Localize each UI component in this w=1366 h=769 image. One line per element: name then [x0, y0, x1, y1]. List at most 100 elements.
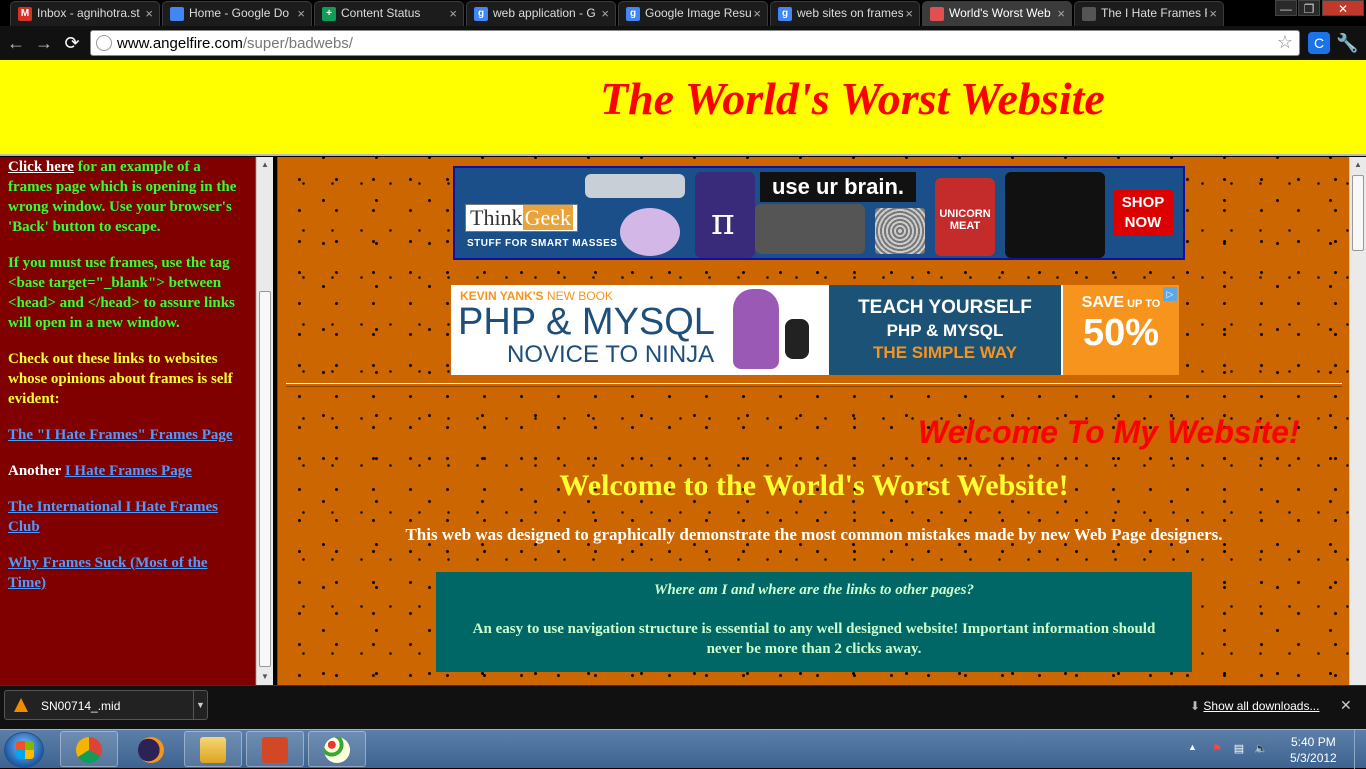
tab-close-icon[interactable]: ×: [753, 2, 761, 25]
action-center-flag-icon[interactable]: ⚑: [1210, 742, 1224, 756]
tab-close-icon[interactable]: ×: [297, 2, 305, 25]
tab-title: web application - G: [493, 6, 596, 20]
angelfire-icon: [930, 7, 944, 21]
thinkgeek-ad-banner[interactable]: π UNICORN MEAT ThinkGeek STUFF FOR SMART…: [453, 166, 1185, 260]
frames-tip: If you must use frames, use the tag <bas…: [8, 255, 235, 331]
bookmark-star-icon[interactable]: ☆: [1277, 32, 1293, 53]
magnet-balls-image: [875, 208, 925, 254]
extension-icon[interactable]: C: [1308, 32, 1330, 54]
eclipse-icon: [138, 737, 164, 763]
plush-toy-image: [620, 208, 680, 256]
chrome-icon: [76, 737, 102, 763]
network-icon[interactable]: ▤: [1232, 742, 1246, 756]
scroll-up-arrow-icon[interactable]: ▲: [1350, 157, 1366, 173]
url-text[interactable]: www.angelfire.com/super/badwebs/: [117, 35, 353, 52]
volume-muted-icon[interactable]: 🔈: [1254, 742, 1268, 756]
wrench-menu-icon[interactable]: 🔧: [1336, 32, 1358, 54]
back-arrow-icon[interactable]: ←: [4, 32, 28, 54]
scroll-up-arrow-icon[interactable]: ▲: [257, 157, 273, 173]
taskbar-chrome-button[interactable]: [60, 731, 118, 767]
browser-tab[interactable]: g web application - G ×: [466, 1, 616, 26]
ninja-image: [785, 319, 809, 359]
browser-tab[interactable]: M Inbox - agnihotra.st ×: [10, 1, 160, 26]
shop-now-button[interactable]: SHOP NOW: [1113, 190, 1173, 236]
tab-close-icon[interactable]: ×: [1057, 2, 1065, 25]
click-here-link[interactable]: Click here: [8, 159, 74, 175]
browser-tab[interactable]: World's Worst Web ×: [922, 1, 1072, 26]
why-frames-suck-link[interactable]: Why Frames Suck (Most of the Time): [8, 555, 208, 591]
google-sheets-icon: +: [322, 7, 336, 21]
download-shelf: SN00714_.mid ▼ ⬇ Show all downloads... ✕: [0, 685, 1366, 729]
globe-icon: [1082, 7, 1096, 21]
left-frame-scrollbar[interactable]: ▲ ▼: [256, 157, 273, 685]
tab-title: Google Image Resu: [645, 6, 751, 20]
php-ad-save-panel: SAVE UP TO 50%: [1063, 285, 1179, 375]
another-label: Another: [8, 463, 65, 479]
download-item[interactable]: SN00714_.mid ▼: [4, 690, 208, 720]
reload-icon[interactable]: ⟳: [60, 32, 84, 54]
taskbar-eclipse-button[interactable]: [122, 731, 180, 767]
browser-tab[interactable]: g web sites on frames ×: [770, 1, 920, 26]
save-label: SAVE UP TO: [1063, 294, 1179, 312]
clock-time: 5:40 PM: [1291, 735, 1336, 749]
show-desktop-button[interactable]: [1354, 730, 1366, 769]
browser-tab[interactable]: + Content Status ×: [314, 1, 464, 26]
clock[interactable]: 5:40 PM 5/3/2012: [1290, 734, 1337, 766]
intro-text: This web was designed to graphically dem…: [405, 525, 1223, 544]
tab-title: Content Status: [341, 6, 421, 20]
i-hate-frames-page-link[interactable]: I Hate Frames Page: [65, 463, 192, 479]
taskbar-explorer-button[interactable]: [184, 731, 242, 767]
vlc-cone-icon: [14, 698, 28, 712]
windows-taskbar: ▲ ⚑ ▤ 🔈 5:40 PM 5/3/2012: [0, 729, 1366, 769]
php-ad-subtitle: NOVICE TO NINJA: [507, 341, 715, 368]
unicorn-meat-label: UNICORN MEAT: [939, 208, 991, 232]
tab-close-icon[interactable]: ×: [905, 2, 913, 25]
tab-close-icon[interactable]: ×: [601, 2, 609, 25]
forward-arrow-icon[interactable]: →: [32, 32, 56, 54]
paint-palette-icon: [324, 737, 350, 763]
page-icon: [96, 35, 112, 51]
international-club-link[interactable]: The International I Hate Frames Club: [8, 499, 218, 535]
thinkgeek-headline: use ur brain.: [760, 172, 916, 202]
minimize-button[interactable]: —: [1275, 0, 1297, 16]
i-hate-frames-frames-link[interactable]: The "I Hate Frames" Frames Page: [8, 427, 233, 443]
start-button[interactable]: [4, 732, 44, 768]
thinkgeek-tagline: STUFF FOR SMART MASSES: [467, 238, 618, 249]
show-hidden-icons-icon[interactable]: ▲: [1188, 742, 1197, 752]
window-close-button[interactable]: ✕: [1322, 0, 1364, 16]
system-tray: ▲ ⚑ ▤ 🔈 5:40 PM 5/3/2012: [1180, 730, 1366, 769]
scrollbar-thumb[interactable]: [259, 291, 271, 667]
star-trek-ship-image: [585, 174, 685, 198]
scroll-down-arrow-icon[interactable]: ▼: [257, 669, 273, 685]
tab-close-icon[interactable]: ×: [1209, 2, 1217, 25]
save-percent: 50%: [1082, 312, 1160, 354]
scrollbar-thumb[interactable]: [1352, 175, 1364, 251]
maximize-button[interactable]: ❐: [1298, 0, 1320, 16]
main-frame-scrollbar[interactable]: ▲: [1349, 157, 1366, 685]
save-up-to: UP TO: [1124, 298, 1161, 310]
ad-choices-icon[interactable]: ▷: [1163, 287, 1177, 301]
guitar-shirt-image: [1005, 172, 1105, 258]
php-book-ad-banner[interactable]: KEVIN YANK'S NEW BOOK PHP & MYSQL NOVICE…: [451, 285, 1179, 375]
browser-tab[interactable]: The I Hate Frames F ×: [1074, 1, 1224, 26]
save-word: SAVE: [1081, 294, 1125, 311]
header-frame: The World's Worst Website: [0, 60, 1366, 156]
address-bar[interactable]: www.angelfire.com/super/badwebs/ ☆: [90, 30, 1300, 56]
close-icon[interactable]: ✕: [1340, 697, 1352, 714]
chevron-down-icon[interactable]: ▼: [193, 691, 207, 719]
browser-tab[interactable]: Home - Google Do ×: [162, 1, 312, 26]
show-all-downloads-link[interactable]: ⬇ Show all downloads...: [1190, 699, 1319, 713]
pi-shirt-image: π: [695, 172, 755, 258]
google-icon: g: [778, 7, 792, 21]
browser-tab[interactable]: g Google Image Resu ×: [618, 1, 768, 26]
teach-line-1: TEACH YOURSELF: [858, 297, 1032, 318]
taskbar-powerpoint-button[interactable]: [246, 731, 304, 767]
tab-strip: M Inbox - agnihotra.st × Home - Google Do × +…: [0, 0, 1366, 26]
powerpoint-icon: [262, 737, 288, 763]
tab-close-icon[interactable]: ×: [145, 2, 153, 25]
taskbar-paint-button[interactable]: [308, 731, 366, 767]
tab-close-icon[interactable]: ×: [449, 2, 457, 25]
tab-title: Inbox - agnihotra.st: [37, 6, 140, 20]
tab-title: World's Worst Web: [949, 6, 1051, 20]
tab-title: The I Hate Frames F: [1101, 6, 1207, 20]
